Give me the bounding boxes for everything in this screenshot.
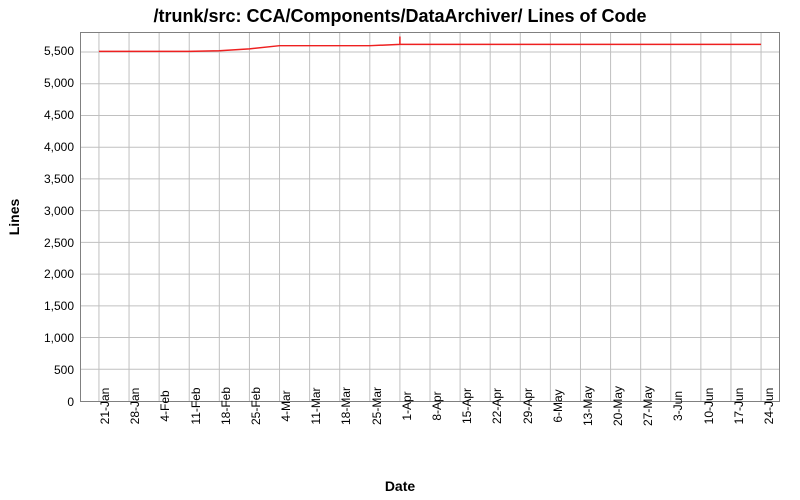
y-tick-label: 1,500 [44, 299, 74, 313]
x-tick-label: 4-Mar [279, 390, 293, 421]
x-tick-label: 18-Feb [219, 387, 233, 425]
y-tick-label: 2,000 [44, 267, 74, 281]
x-tick-label: 11-Mar [309, 387, 323, 424]
y-tick-label: 5,500 [44, 44, 74, 58]
y-tick-label: 2,500 [44, 236, 74, 250]
x-tick-label: 17-Jun [732, 388, 746, 425]
x-tick-label: 24-Jun [762, 388, 776, 425]
y-tick-label: 4,000 [44, 140, 74, 154]
y-tick-label: 1,000 [44, 331, 74, 345]
x-tick-label: 18-Mar [339, 387, 353, 425]
chart-title: /trunk/src: CCA/Components/DataArchiver/… [0, 6, 800, 27]
x-tick-label: 28-Jan [128, 388, 142, 425]
gridlines [81, 33, 779, 401]
x-tick-label: 10-Jun [702, 388, 716, 425]
x-tick-label: 25-Feb [249, 387, 263, 425]
plot-svg [81, 33, 779, 401]
x-tick-label: 25-Mar [370, 387, 384, 425]
x-tick-label: 27-May [641, 386, 655, 426]
x-tick-label: 11-Feb [189, 387, 203, 424]
y-tick-label: 500 [54, 363, 74, 377]
y-axis-label: Lines [6, 199, 22, 236]
x-tick-label: 6-May [551, 389, 565, 422]
y-tick-label: 3,500 [44, 172, 74, 186]
chart-container: /trunk/src: CCA/Components/DataArchiver/… [0, 0, 800, 500]
x-tick-label: 29-Apr [521, 388, 535, 424]
x-tick-label: 8-Apr [430, 391, 444, 420]
x-tick-label: 4-Feb [158, 390, 172, 421]
x-tick-label: 21-Jan [98, 388, 112, 425]
y-tick-label: 0 [67, 395, 74, 409]
x-tick-label: 20-May [611, 386, 625, 426]
y-tick-label: 5,000 [44, 76, 74, 90]
x-tick-label: 3-Jun [671, 391, 685, 421]
y-tick-label: 4,500 [44, 108, 74, 122]
x-tick-label: 1-Apr [400, 391, 414, 420]
x-tick-label: 13-May [581, 386, 595, 426]
y-tick-label: 3,000 [44, 204, 74, 218]
x-axis-label: Date [0, 478, 800, 494]
plot-area [80, 32, 780, 402]
x-tick-label: 15-Apr [460, 388, 474, 424]
x-tick-label: 22-Apr [490, 388, 504, 424]
